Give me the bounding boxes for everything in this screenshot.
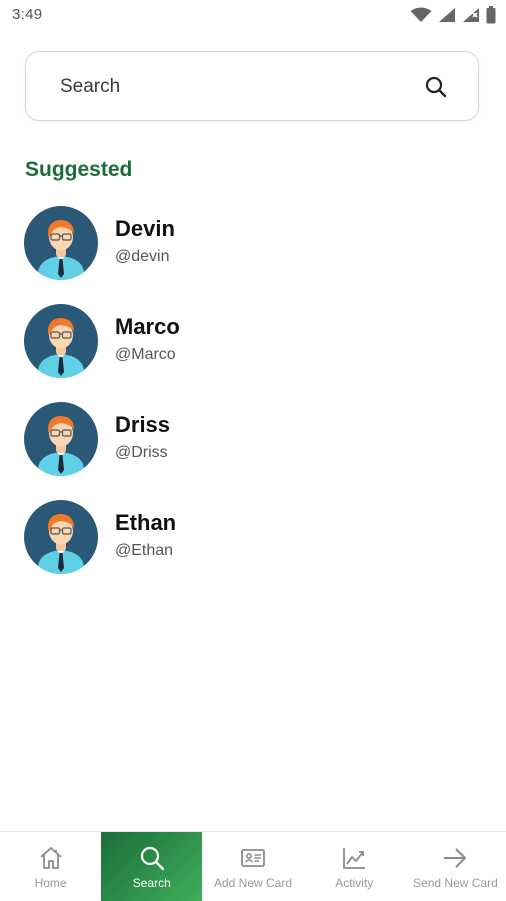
search-box [25,51,479,121]
nav-item-send-new-card[interactable]: Send New Card [405,832,506,901]
battery-icon [486,6,496,24]
user-name: Devin [115,216,175,241]
status-time: 3:49 [12,6,43,23]
list-item[interactable]: Ethan @Ethan [24,500,484,574]
bottom-nav: Home Search Add New Card Activity Send N… [0,831,506,901]
signal-icon [439,8,455,22]
nav-label: Search [132,876,171,890]
nav-item-home[interactable]: Home [0,832,101,901]
avatar [24,304,98,378]
nav-item-add-new-card[interactable]: Add New Card [202,832,303,901]
wifi-icon [410,7,432,22]
home-icon [39,847,62,869]
user-name: Ethan [115,510,177,535]
nav-label: Activity [335,876,374,890]
nav-item-activity[interactable]: Activity [304,832,405,901]
user-handle: @Driss [115,444,168,461]
section-title-suggested: Suggested [25,158,133,181]
signal-no-data-icon [463,8,479,22]
avatar [24,500,98,574]
nav-label: Home [34,876,67,890]
list-item[interactable]: Driss @Driss [24,402,484,476]
status-icons [410,6,496,24]
nav-label: Add New Card [213,876,293,890]
search-input[interactable] [60,74,400,100]
list-item[interactable]: Marco @Marco [24,304,484,378]
search-icon [140,846,164,871]
nav-label: Send New Card [413,876,498,890]
user-name: Marco [115,314,180,339]
user-handle: @Ethan [115,542,174,559]
user-handle: @devin [115,248,170,265]
activity-chart-icon [343,848,366,869]
user-handle: @Marco [115,346,176,363]
arrow-right-icon [444,848,467,868]
avatar [24,402,98,476]
status-bar: 3:49 [0,0,506,30]
avatar [24,206,98,280]
list-item[interactable]: Devin @devin [24,206,484,280]
card-icon [241,849,265,867]
nav-item-search[interactable]: Search [101,832,203,901]
user-name: Driss [115,412,171,437]
search-button[interactable] [424,75,448,99]
search-icon [425,76,447,98]
suggested-user-list: Devin @devin Marco @Marco Driss @Driss E… [24,206,484,598]
